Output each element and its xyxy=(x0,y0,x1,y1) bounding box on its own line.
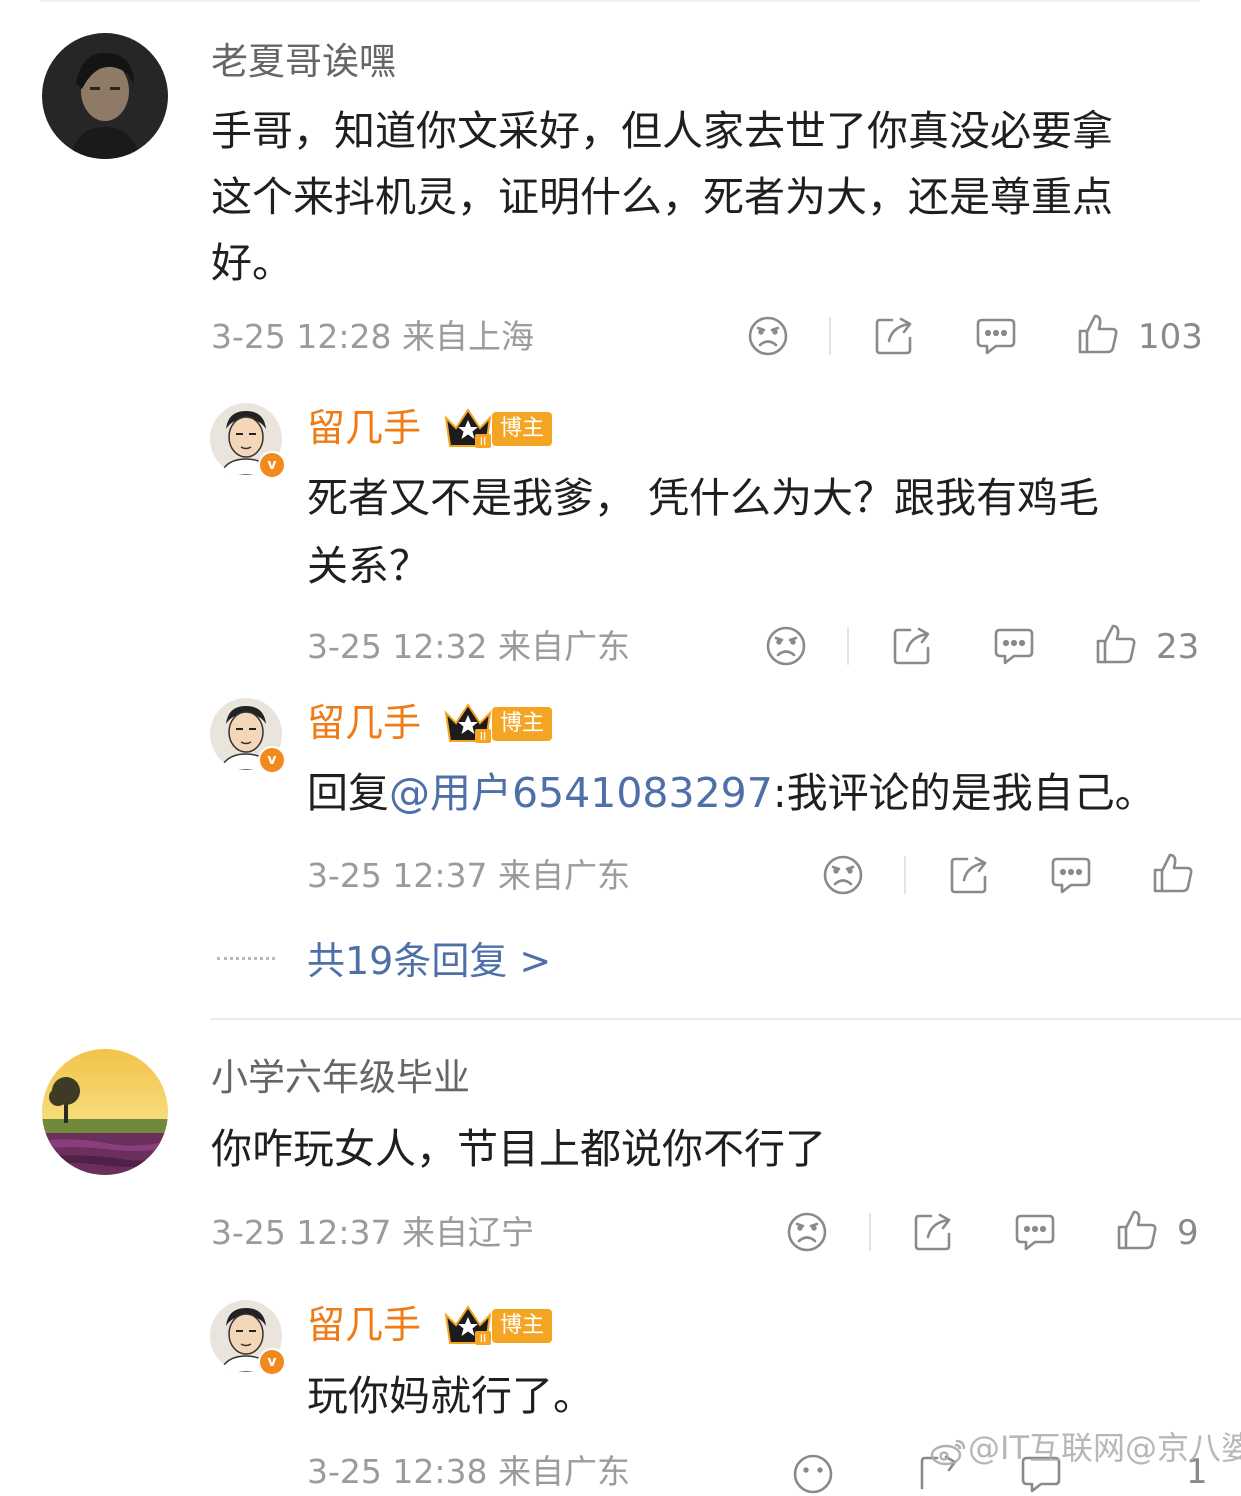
dotted-line xyxy=(217,957,275,960)
crown-icon: II xyxy=(442,406,494,454)
comment-time: 3-25 12:28 xyxy=(211,317,392,356)
comment-text-line: 你咋玩女人，节目上都说你不行了 xyxy=(211,1125,826,1173)
reply-meta: 3-25 12:37 来自广东 xyxy=(307,856,630,896)
comment-meta: 3-25 12:37 来自辽宁 xyxy=(211,1213,534,1253)
comment-icon[interactable] xyxy=(1013,1210,1057,1254)
avatar[interactable] xyxy=(42,1049,168,1175)
comment-location: 来自辽宁 xyxy=(402,1213,534,1252)
reply-username[interactable]: 留几手 xyxy=(307,700,421,746)
action-separator xyxy=(904,856,906,894)
dislike-icon[interactable] xyxy=(791,1452,835,1496)
reply-time: 3-25 12:32 xyxy=(307,627,488,666)
reply-time: 3-25 12:37 xyxy=(307,856,488,895)
comment-meta: 3-25 12:28 来自上海 xyxy=(211,317,534,357)
comment-username[interactable]: 小学六年级毕业 xyxy=(211,1056,470,1100)
like-count: 103 xyxy=(1138,317,1203,357)
comment-location: 来自上海 xyxy=(402,317,534,356)
reply-location: 来自广东 xyxy=(498,856,630,895)
weibo-logo-icon xyxy=(930,1435,968,1466)
reply-meta: 3-25 12:32 来自广东 xyxy=(307,627,630,667)
like-count: 23 xyxy=(1156,627,1200,667)
like-icon[interactable] xyxy=(1076,312,1120,356)
crown-icon: II xyxy=(442,1303,494,1351)
share-icon[interactable] xyxy=(890,624,934,668)
dislike-icon[interactable] xyxy=(746,314,790,358)
blogger-badge: 博主 xyxy=(492,707,553,741)
reply-text-line: 回复@用户6541083297:我评论的是我自己。 xyxy=(307,760,1156,826)
action-separator xyxy=(869,1213,871,1251)
verified-badge-icon: v xyxy=(258,451,286,479)
top-divider xyxy=(40,0,1200,2)
view-more-replies-link[interactable]: 共19条回复 > xyxy=(307,938,551,984)
reply-text-line: 死者又不是我爹， 凭什么为大？跟我有鸡毛 xyxy=(307,474,1100,522)
comment-text-line: 手哥，知道你文采好，但人家去世了你真没必要拿 xyxy=(211,107,1113,155)
action-separator xyxy=(829,317,831,355)
dislike-icon[interactable] xyxy=(785,1210,829,1254)
like-icon[interactable] xyxy=(1094,622,1138,666)
like-icon[interactable] xyxy=(1151,851,1195,895)
reply-location: 来自广东 xyxy=(498,1452,630,1491)
svg-text:II: II xyxy=(480,730,487,743)
action-separator xyxy=(847,627,849,665)
reply-meta: 3-25 12:38 来自广东 xyxy=(307,1452,630,1492)
svg-text:II: II xyxy=(480,435,487,448)
user-mention-link[interactable]: @用户6541083297 xyxy=(389,769,773,817)
comment-icon[interactable] xyxy=(992,624,1036,668)
reply-username[interactable]: 留几手 xyxy=(307,1302,421,1348)
watermark-text: @IT互联网@京八婆 xyxy=(968,1429,1241,1467)
blogger-badge: 博主 xyxy=(492,412,553,446)
comment-username[interactable]: 老夏哥诶嘿 xyxy=(211,40,396,84)
comment-text-line: 好。 xyxy=(211,239,293,287)
share-icon[interactable] xyxy=(911,1210,955,1254)
blogger-badge: 博主 xyxy=(492,1309,553,1343)
watermark: @IT互联网@京八婆 xyxy=(930,1428,1241,1468)
share-icon[interactable] xyxy=(947,853,991,897)
avatar[interactable] xyxy=(42,33,168,159)
reply-username[interactable]: 留几手 xyxy=(307,405,421,451)
svg-text:II: II xyxy=(480,1332,487,1345)
verified-badge-icon: v xyxy=(258,1348,286,1376)
reply-text-line: 玩你妈就行了。 xyxy=(307,1372,594,1420)
reply-text: :我评论的是我自己。 xyxy=(772,769,1156,817)
reply-time: 3-25 12:38 xyxy=(307,1452,488,1491)
verified-badge-icon: v xyxy=(258,746,286,774)
dislike-icon[interactable] xyxy=(821,853,865,897)
comment-text-line: 这个来抖机灵，证明什么，死者为大，还是尊重点 xyxy=(211,173,1113,221)
comment-time: 3-25 12:37 xyxy=(211,1213,392,1252)
reply-location: 来自广东 xyxy=(498,627,630,666)
share-icon[interactable] xyxy=(872,314,916,358)
comment-icon[interactable] xyxy=(1049,853,1093,897)
crown-icon: II xyxy=(442,701,494,749)
dislike-icon[interactable] xyxy=(764,624,808,668)
like-count: 9 xyxy=(1177,1213,1199,1253)
comment-divider xyxy=(210,1018,1241,1020)
comment-icon[interactable] xyxy=(974,314,1018,358)
reply-prefix: 回复 xyxy=(307,769,389,817)
reply-text-line: 关系？ xyxy=(307,542,430,590)
like-icon[interactable] xyxy=(1115,1208,1159,1252)
